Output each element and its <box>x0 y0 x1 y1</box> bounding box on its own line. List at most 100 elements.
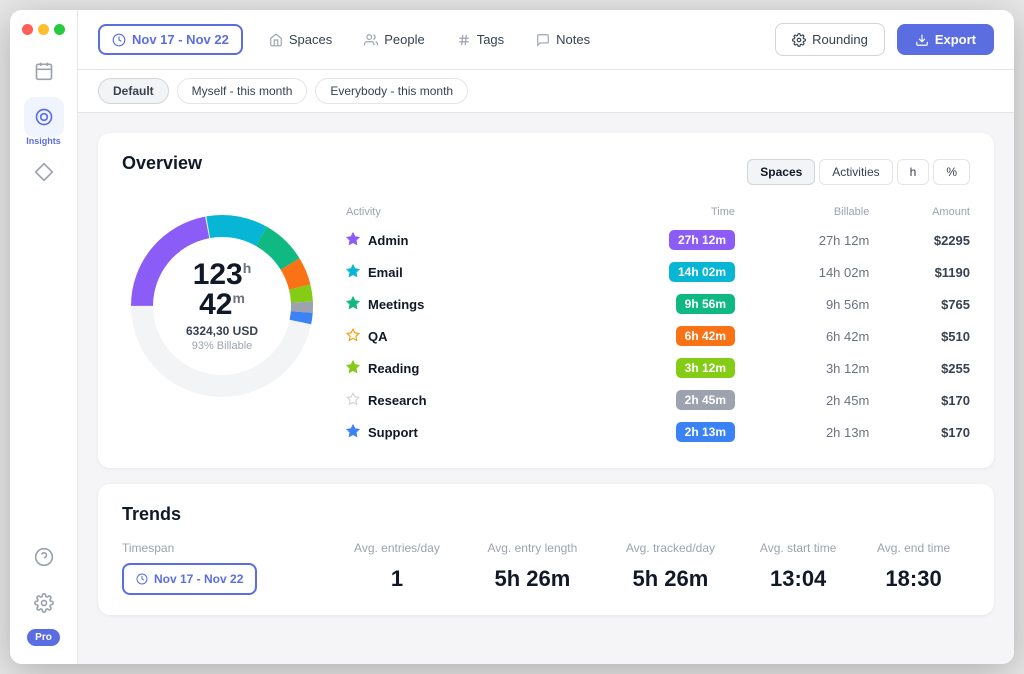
th-avg-end: Avg. end time <box>857 541 970 563</box>
star-icon <box>346 328 360 345</box>
trends-avg-end: 18:30 <box>857 563 970 595</box>
activity-billable-cell: 2h 13m <box>735 416 869 448</box>
th-avg-start: Avg. start time <box>739 541 857 563</box>
sidebar-item-diamond[interactable] <box>24 152 64 192</box>
activity-billable-cell: 3h 12m <box>735 352 869 384</box>
star-icon <box>346 232 360 249</box>
trends-table: Timespan Avg. entries/day Avg. entry len… <box>122 541 970 595</box>
overview-title: Overview <box>122 153 202 174</box>
activity-time-cell: 3h 12m <box>560 352 735 384</box>
tab-people-label: People <box>384 32 424 47</box>
col-amount: Amount <box>869 206 970 224</box>
toggle-spaces[interactable]: Spaces <box>747 159 815 185</box>
activity-time-cell: 2h 13m <box>560 416 735 448</box>
minimize-dot[interactable] <box>38 24 49 35</box>
time-badge: 2h 45m <box>676 390 735 410</box>
date-range-label: Nov 17 - Nov 22 <box>132 32 229 47</box>
pro-badge[interactable]: Pro <box>27 629 60 646</box>
table-row: Support 2h 13m 2h 13m $170 <box>346 416 970 448</box>
toggle-hours[interactable]: h <box>897 159 930 185</box>
overview-header: Overview Spaces Activities h % <box>122 153 970 190</box>
filter-default[interactable]: Default <box>98 78 169 104</box>
close-dot[interactable] <box>22 24 33 35</box>
insights-label: Insights <box>26 136 61 146</box>
activity-name-text: QA <box>368 329 388 344</box>
trends-date-button[interactable]: Nov 17 - Nov 22 <box>122 563 257 595</box>
table-row: Research 2h 45m 2h 45m $170 <box>346 384 970 416</box>
toggle-activities[interactable]: Activities <box>819 159 892 185</box>
activity-name-cell: Research <box>346 384 560 416</box>
activity-name-text: Support <box>368 425 418 440</box>
activity-amount-cell: $765 <box>869 288 970 320</box>
star-icon <box>346 392 360 409</box>
activity-amount-cell: $510 <box>869 320 970 352</box>
date-range-button[interactable]: Nov 17 - Nov 22 <box>98 24 243 55</box>
activity-amount-cell: $170 <box>869 384 970 416</box>
tab-tags-label: Tags <box>477 32 504 47</box>
export-label: Export <box>935 32 976 47</box>
sidebar-item-settings[interactable] <box>24 583 64 623</box>
tab-tags[interactable]: Tags <box>443 26 518 53</box>
activity-amount-cell: $1190 <box>869 256 970 288</box>
main-content: Nov 17 - Nov 22 Spaces People Tags <box>78 10 1014 664</box>
trends-card: Trends Timespan Avg. entries/day Avg. en… <box>98 484 994 615</box>
export-button[interactable]: Export <box>897 24 994 55</box>
table-row: Admin 27h 12m 27h 12m $2295 <box>346 224 970 256</box>
time-badge: 9h 56m <box>676 294 735 314</box>
overview-body: 123h 42m 6324,30 USD 93% Billable <box>122 206 970 448</box>
tab-notes[interactable]: Notes <box>522 26 604 53</box>
activity-name-cell: Support <box>346 416 560 448</box>
overview-card: Overview Spaces Activities h % <box>98 133 994 468</box>
table-row: Meetings 9h 56m 9h 56m $765 <box>346 288 970 320</box>
activity-billable-cell: 6h 42m <box>735 320 869 352</box>
th-avg-length: Avg. entry length <box>463 541 602 563</box>
time-badge: 6h 42m <box>676 326 735 346</box>
tab-notes-label: Notes <box>556 32 590 47</box>
th-timespan: Timespan <box>122 541 331 563</box>
activity-name-cell: Meetings <box>346 288 560 320</box>
trends-avg-tracked: 5h 26m <box>602 563 740 595</box>
col-time: Time <box>560 206 735 224</box>
tab-spaces[interactable]: Spaces <box>255 26 346 53</box>
trends-date-cell: Nov 17 - Nov 22 <box>122 563 331 595</box>
app-window: Insights Pro Nov 1 <box>10 10 1014 664</box>
donut-chart: 123h 42m 6324,30 USD 93% Billable <box>122 206 322 406</box>
trends-title: Trends <box>122 504 970 525</box>
time-badge: 3h 12m <box>676 358 735 378</box>
rounding-label: Rounding <box>812 32 868 47</box>
trends-row: Nov 17 - Nov 22 1 5h 26m 5h 26m <box>122 563 970 595</box>
toggle-percent[interactable]: % <box>933 159 970 185</box>
activity-billable-cell: 2h 45m <box>735 384 869 416</box>
tab-people[interactable]: People <box>350 26 438 53</box>
donut-center: 123h 42m 6324,30 USD 93% Billable <box>172 260 272 352</box>
activity-time-cell: 9h 56m <box>560 288 735 320</box>
rounding-button[interactable]: Rounding <box>775 23 885 56</box>
star-icon <box>346 296 360 313</box>
activity-billable-cell: 27h 12m <box>735 224 869 256</box>
activity-time-cell: 14h 02m <box>560 256 735 288</box>
th-avg-tracked: Avg. tracked/day <box>602 541 740 563</box>
filter-everybody[interactable]: Everybody - this month <box>315 78 468 104</box>
table-row: Reading 3h 12m 3h 12m $255 <box>346 352 970 384</box>
activity-name-cell: Admin <box>346 224 560 256</box>
col-billable: Billable <box>735 206 869 224</box>
activity-billable-cell: 14h 02m <box>735 256 869 288</box>
maximize-dot[interactable] <box>54 24 65 35</box>
activity-amount-cell: $255 <box>869 352 970 384</box>
donut-usd: 6324,30 USD <box>172 324 272 338</box>
activity-name-text: Research <box>368 393 427 408</box>
sidebar-item-help[interactable] <box>24 537 64 577</box>
overview-toggles: Spaces Activities h % <box>747 159 970 185</box>
activity-table: Activity Time Billable Amount Admin <box>346 206 970 448</box>
sidebar-item-insights[interactable] <box>24 97 64 137</box>
activity-name-text: Reading <box>368 361 419 376</box>
sidebar-item-calendar[interactable] <box>24 51 64 91</box>
sidebar-item-insights-group: Insights <box>24 97 64 146</box>
sidebar: Insights Pro <box>10 10 78 664</box>
top-navigation: Nov 17 - Nov 22 Spaces People Tags <box>78 10 1014 70</box>
trends-avg-length: 5h 26m <box>463 563 602 595</box>
filter-myself[interactable]: Myself - this month <box>177 78 308 104</box>
activity-amount-cell: $170 <box>869 416 970 448</box>
activity-billable-cell: 9h 56m <box>735 288 869 320</box>
tab-spaces-label: Spaces <box>289 32 332 47</box>
